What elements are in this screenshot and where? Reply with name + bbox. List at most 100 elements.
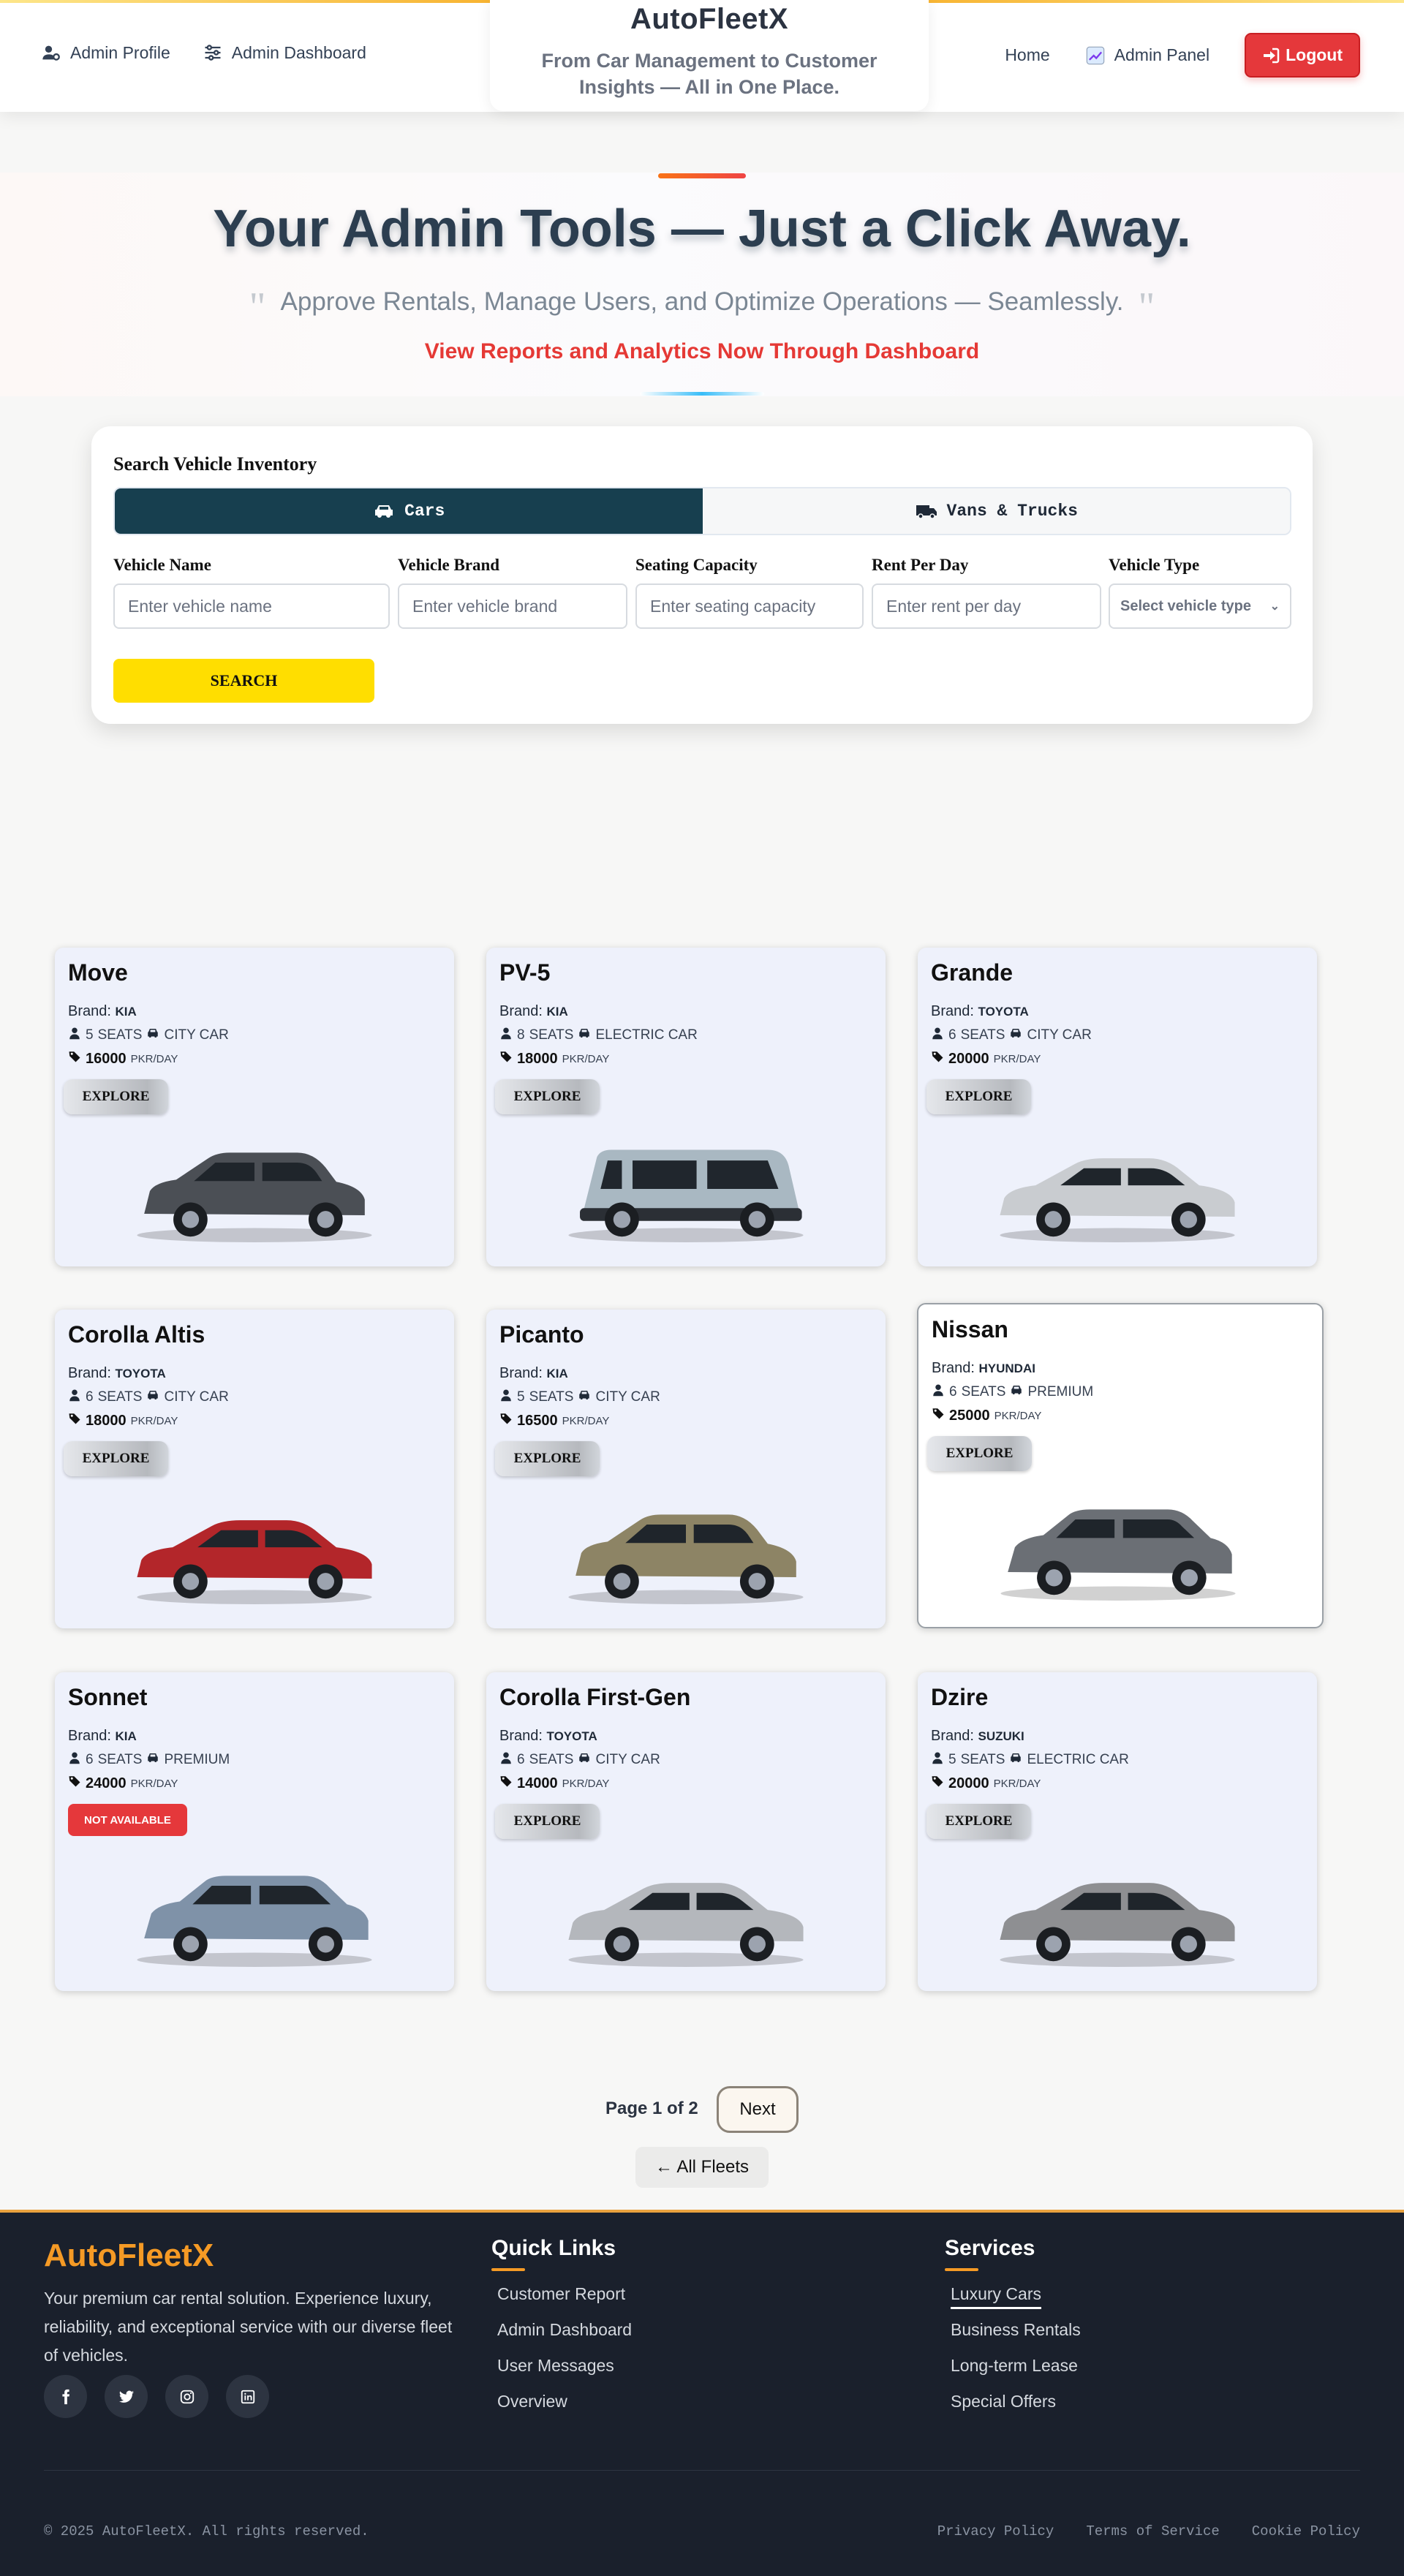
explore-button[interactable]: EXPLORE xyxy=(495,1441,600,1476)
seat-count: 6 xyxy=(86,1389,94,1405)
explore-button[interactable]: EXPLORE xyxy=(64,1441,168,1476)
tag-icon xyxy=(68,1775,81,1792)
price-value: 16500 xyxy=(517,1412,558,1429)
tab-label: Vans & Trucks xyxy=(946,502,1078,521)
vehicle-image xyxy=(486,1116,886,1262)
vehicle-price: 20000 PKR/DAY xyxy=(931,1050,1041,1068)
terms-of-service-link[interactable]: Terms of Service xyxy=(1086,2523,1219,2539)
vehicle-specs: 8 SEATS ELECTRIC CAR xyxy=(499,1027,698,1044)
services-list: Luxury Cars Business Rentals Long-term L… xyxy=(945,2284,1081,2411)
vehicle-brand: Brand: TOYOTA xyxy=(499,1728,597,1745)
vehicle-price: 14000 PKR/DAY xyxy=(499,1775,609,1792)
select-value: Select vehicle type xyxy=(1120,597,1251,614)
vehicle-name: Dzire xyxy=(931,1684,989,1710)
vehicle-brand: Brand: SUZUKI xyxy=(931,1728,1024,1745)
nav-admin-panel[interactable]: Admin Panel xyxy=(1085,45,1209,66)
vehicle-type: PREMIUM xyxy=(164,1752,230,1767)
tab-vans-trucks[interactable]: Vans & Trucks xyxy=(702,488,1290,534)
vehicle-card[interactable]: Corolla Altis Brand: TOYOTA 6 SEATS CITY… xyxy=(55,1310,454,1628)
service-luxury-cars[interactable]: Luxury Cars xyxy=(951,2284,1081,2304)
privacy-policy-link[interactable]: Privacy Policy xyxy=(937,2523,1054,2539)
seat-count: 5 xyxy=(86,1027,94,1043)
footer-brand: AutoFleetX xyxy=(44,2237,214,2273)
services-column: Services Luxury Cars Business Rentals Lo… xyxy=(945,2236,1081,2428)
next-page-button[interactable]: Next xyxy=(717,2086,799,2133)
vehicle-brand-input[interactable]: Enter vehicle brand xyxy=(398,583,627,629)
site-footer: AutoFleetX Your premium car rental solut… xyxy=(0,2210,1404,2576)
tab-cars[interactable]: Cars xyxy=(115,488,703,534)
brand-value: TOYOTA xyxy=(978,1005,1029,1019)
user-icon xyxy=(499,1389,513,1406)
seat-count: 5 xyxy=(948,1752,956,1767)
vehicle-card[interactable]: Move Brand: KIA 5 SEATS CITY CAR 16000 P… xyxy=(55,948,454,1266)
price-unit: PKR/DAY xyxy=(994,1409,1042,1422)
user-icon xyxy=(68,1027,81,1044)
price-value: 18000 xyxy=(517,1050,558,1067)
explore-button[interactable]: EXPLORE xyxy=(927,1436,1032,1471)
vehicle-brand: Brand: TOYOTA xyxy=(931,1003,1029,1020)
vehicle-brand: Brand: HYUNDAI xyxy=(932,1360,1035,1377)
nav-home[interactable]: Home xyxy=(1005,45,1049,65)
quick-link-overview[interactable]: Overview xyxy=(497,2392,632,2411)
explore-button[interactable]: EXPLORE xyxy=(64,1079,168,1114)
quick-links-column: Quick Links Customer Report Admin Dashbo… xyxy=(491,2236,632,2428)
vehicle-card[interactable]: Grande Brand: TOYOTA 6 SEATS CITY CAR 20… xyxy=(918,948,1317,1266)
logout-button[interactable]: Logout xyxy=(1245,33,1360,78)
vehicle-card[interactable]: Nissan Brand: HYUNDAI 6 SEATS PREMIUM 25… xyxy=(917,1303,1324,1628)
price-unit: PKR/DAY xyxy=(993,1052,1041,1065)
facebook-link[interactable] xyxy=(44,2375,87,2418)
seats-label: SEATS xyxy=(529,1389,574,1405)
explore-button[interactable]: EXPLORE xyxy=(495,1079,600,1114)
quick-link-user-messages[interactable]: User Messages xyxy=(497,2356,632,2376)
car-icon xyxy=(1010,1383,1023,1401)
vehicle-specs: 6 SEATS CITY CAR xyxy=(68,1389,229,1406)
vehicle-name: Picanto xyxy=(499,1321,584,1348)
vehicle-card[interactable]: Sonnet Brand: KIA 6 SEATS PREMIUM 24000 … xyxy=(55,1672,454,1991)
vehicle-name-input[interactable]: Enter vehicle name xyxy=(113,583,390,629)
tag-icon xyxy=(499,1050,513,1068)
quick-link-admin-dashboard[interactable]: Admin Dashboard xyxy=(497,2320,632,2340)
service-special-offers[interactable]: Special Offers xyxy=(951,2392,1081,2411)
nav-admin-profile[interactable]: Admin Profile xyxy=(41,42,170,63)
quick-link-customer-report[interactable]: Customer Report xyxy=(497,2284,632,2304)
cookie-policy-link[interactable]: Cookie Policy xyxy=(1252,2523,1360,2539)
seat-count: 6 xyxy=(948,1027,956,1043)
explore-button[interactable]: EXPLORE xyxy=(495,1804,600,1839)
user-icon xyxy=(931,1027,944,1044)
vehicle-brand: Brand: KIA xyxy=(499,1365,568,1382)
nav-right: Home Admin Panel Logout xyxy=(1005,33,1360,78)
brand-title[interactable]: AutoFleetX xyxy=(490,3,929,36)
vehicle-card[interactable]: PV-5 Brand: KIA 8 SEATS ELECTRIC CAR 180… xyxy=(486,948,886,1266)
explore-button[interactable]: EXPLORE xyxy=(926,1079,1031,1114)
facebook-icon xyxy=(61,2389,69,2404)
price-value: 16000 xyxy=(86,1050,127,1067)
services-title: Services xyxy=(945,2236,1035,2260)
hero-quote: " Approve Rentals, Manage Users, and Opti… xyxy=(0,284,1404,331)
all-fleets-button[interactable]: ← All Fleets xyxy=(635,2147,769,2188)
vehicle-card[interactable]: Dzire Brand: SUZUKI 5 SEATS ELECTRIC CAR… xyxy=(918,1672,1317,1991)
rent-per-day-input[interactable]: Enter rent per day xyxy=(872,583,1101,629)
vehicle-card[interactable]: Picanto Brand: KIA 5 SEATS CITY CAR 1650… xyxy=(486,1310,886,1628)
nav-left: Admin Profile Admin Dashboard xyxy=(41,42,366,63)
vehicle-card[interactable]: Corolla First-Gen Brand: TOYOTA 6 SEATS … xyxy=(486,1672,886,1991)
vehicle-brand: Brand: KIA xyxy=(68,1728,137,1745)
brand-label: Brand: xyxy=(68,1003,111,1019)
search-button[interactable]: SEARCH xyxy=(113,659,374,703)
vehicle-type: CITY CAR xyxy=(164,1389,229,1405)
seating-capacity-input[interactable]: Enter seating capacity xyxy=(635,583,864,629)
service-business-rentals[interactable]: Business Rentals xyxy=(951,2320,1081,2340)
explore-button[interactable]: EXPLORE xyxy=(926,1804,1031,1839)
nav-admin-dashboard[interactable]: Admin Dashboard xyxy=(203,42,366,63)
vehicle-name-field: Vehicle Name Enter vehicle name xyxy=(113,556,390,629)
vehicle-name: Corolla Altis xyxy=(68,1321,205,1348)
brand-value: SUZUKI xyxy=(978,1729,1024,1743)
dashboard-link[interactable]: View Reports and Analytics Now Through D… xyxy=(0,339,1404,364)
linkedin-link[interactable] xyxy=(226,2375,269,2418)
brand-label: Brand: xyxy=(932,1360,975,1376)
twitter-link[interactable] xyxy=(105,2375,148,2418)
service-long-term-lease[interactable]: Long-term Lease xyxy=(951,2356,1081,2376)
brand-label: Brand: xyxy=(931,1003,974,1019)
hero-quote-text: Approve Rentals, Manage Users, and Optim… xyxy=(280,287,1124,316)
instagram-link[interactable] xyxy=(165,2375,208,2418)
vehicle-type-select[interactable]: Select vehicle type ⌄ xyxy=(1109,583,1291,629)
